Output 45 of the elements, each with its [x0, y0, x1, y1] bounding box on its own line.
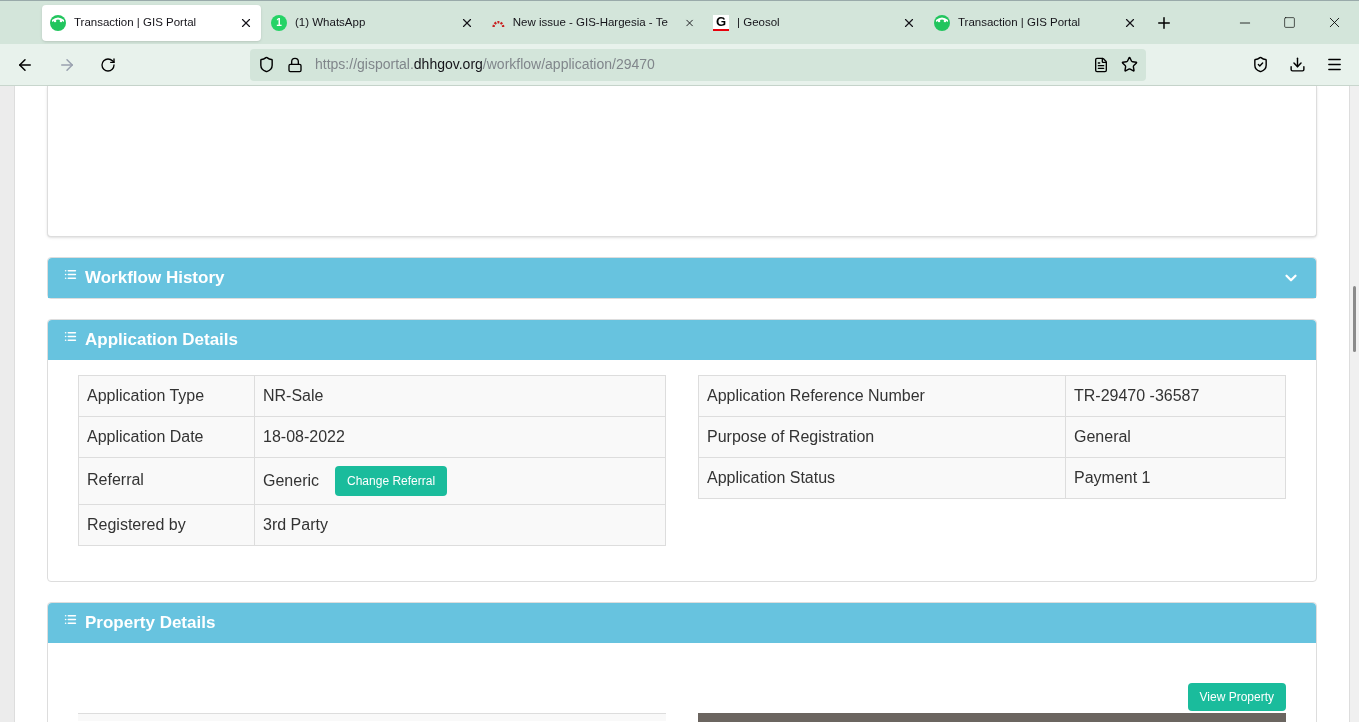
globe-logo-icon — [934, 14, 950, 31]
lock-icon — [287, 56, 303, 73]
label-cell: Registered by — [78, 504, 255, 546]
value-text: TR-29470 -36587 — [1074, 386, 1200, 406]
value-text: General — [1074, 427, 1131, 447]
download-icon[interactable] — [1289, 56, 1306, 73]
label-cell: Application Type — [78, 375, 255, 417]
address-bar[interactable]: https://gisportal.dhhgov.org/workflow/application/29470 — [250, 48, 1146, 81]
value-text: 18-08-2022 — [263, 427, 345, 447]
maximize-icon[interactable] — [1283, 16, 1296, 29]
list-icon — [64, 612, 77, 626]
url-text: https://gisportal.dhhgov.org/workflow/application/29470 — [315, 55, 655, 74]
browser-tab[interactable]: Transaction | GIS Portal — [42, 4, 261, 41]
menu-icon[interactable] — [1326, 56, 1343, 73]
scrollbar-thumb[interactable] — [1353, 286, 1356, 352]
value-text: Payment 1 — [1074, 468, 1151, 488]
list-icon — [64, 267, 77, 281]
value-text: 3rd Party — [263, 515, 328, 535]
label-cell: Application Reference Number — [698, 375, 1066, 417]
label-cell: Purpose of Registration — [698, 416, 1066, 458]
browser-tab[interactable]: 1 (1) WhatsApp — [263, 4, 482, 41]
label-cell: Referral — [78, 457, 255, 505]
section-title: Workflow History — [85, 267, 225, 290]
tab-title: Transaction | GIS Portal — [958, 14, 1081, 30]
tab-title: New issue - GIS-Hargesia - Te — [512, 14, 668, 30]
letter-logo: G — [713, 14, 729, 31]
value-text: Generic — [263, 471, 320, 491]
globe-logo-icon — [50, 14, 66, 31]
browser-tab[interactable]: New issue - GIS-Hargesia - Te — [484, 4, 703, 41]
section-title: Property Details — [85, 612, 216, 635]
list-icon — [64, 329, 77, 343]
tab-title: | Geosol — [737, 14, 780, 30]
browser-tab[interactable]: G | Geosol — [705, 4, 924, 41]
label-cell: Application Status — [698, 457, 1066, 499]
reader-view-icon[interactable] — [1093, 56, 1109, 73]
section-title: Application Details — [85, 329, 239, 352]
tab-title: (1) WhatsApp — [295, 14, 366, 30]
browser-tab[interactable]: Transaction | GIS Portal — [926, 4, 1145, 41]
label-cell: Application Date — [78, 416, 255, 458]
notification-badge: 1 — [271, 14, 287, 31]
tab-title: Transaction | GIS Portal — [74, 14, 197, 30]
reload-icon[interactable] — [100, 56, 116, 73]
star-icon[interactable] — [1121, 56, 1138, 73]
value-text: NR-Sale — [263, 386, 324, 406]
shield-icon — [258, 56, 275, 73]
